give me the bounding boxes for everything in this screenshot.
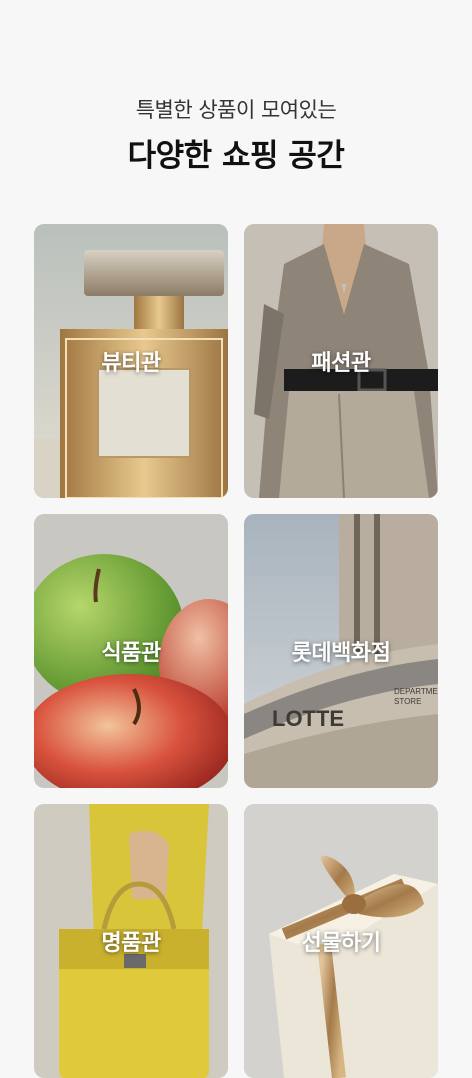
category-label: 식품관 — [101, 641, 161, 666]
category-card-gift[interactable]: 선물하기 — [244, 804, 438, 1078]
section-subtitle: 특별한 상품이 모여있는 — [135, 98, 337, 122]
section-title: 다양한 쇼핑 공간 — [127, 138, 345, 174]
category-card-luxury[interactable]: 명품관 — [34, 804, 228, 1078]
category-label: 패션관 — [311, 351, 371, 376]
lotte-sign-text: LOTTE — [272, 706, 344, 731]
category-label: 롯데백화점 — [291, 641, 391, 666]
category-label: 선물하기 — [301, 931, 381, 956]
category-card-food[interactable]: 식품관 — [34, 514, 228, 788]
category-card-fashion[interactable]: 패션관 — [244, 224, 438, 498]
svg-text:STORE: STORE — [394, 697, 421, 706]
category-label: 명품관 — [101, 931, 161, 956]
category-card-beauty[interactable]: 뷰티관 — [34, 224, 228, 498]
category-label: 뷰티관 — [101, 351, 161, 376]
category-card-department-store[interactable]: LOTTE DEPARTMENT STORE 롯데백화점 — [244, 514, 438, 788]
svg-text:DEPARTMENT: DEPARTMENT — [394, 687, 438, 696]
